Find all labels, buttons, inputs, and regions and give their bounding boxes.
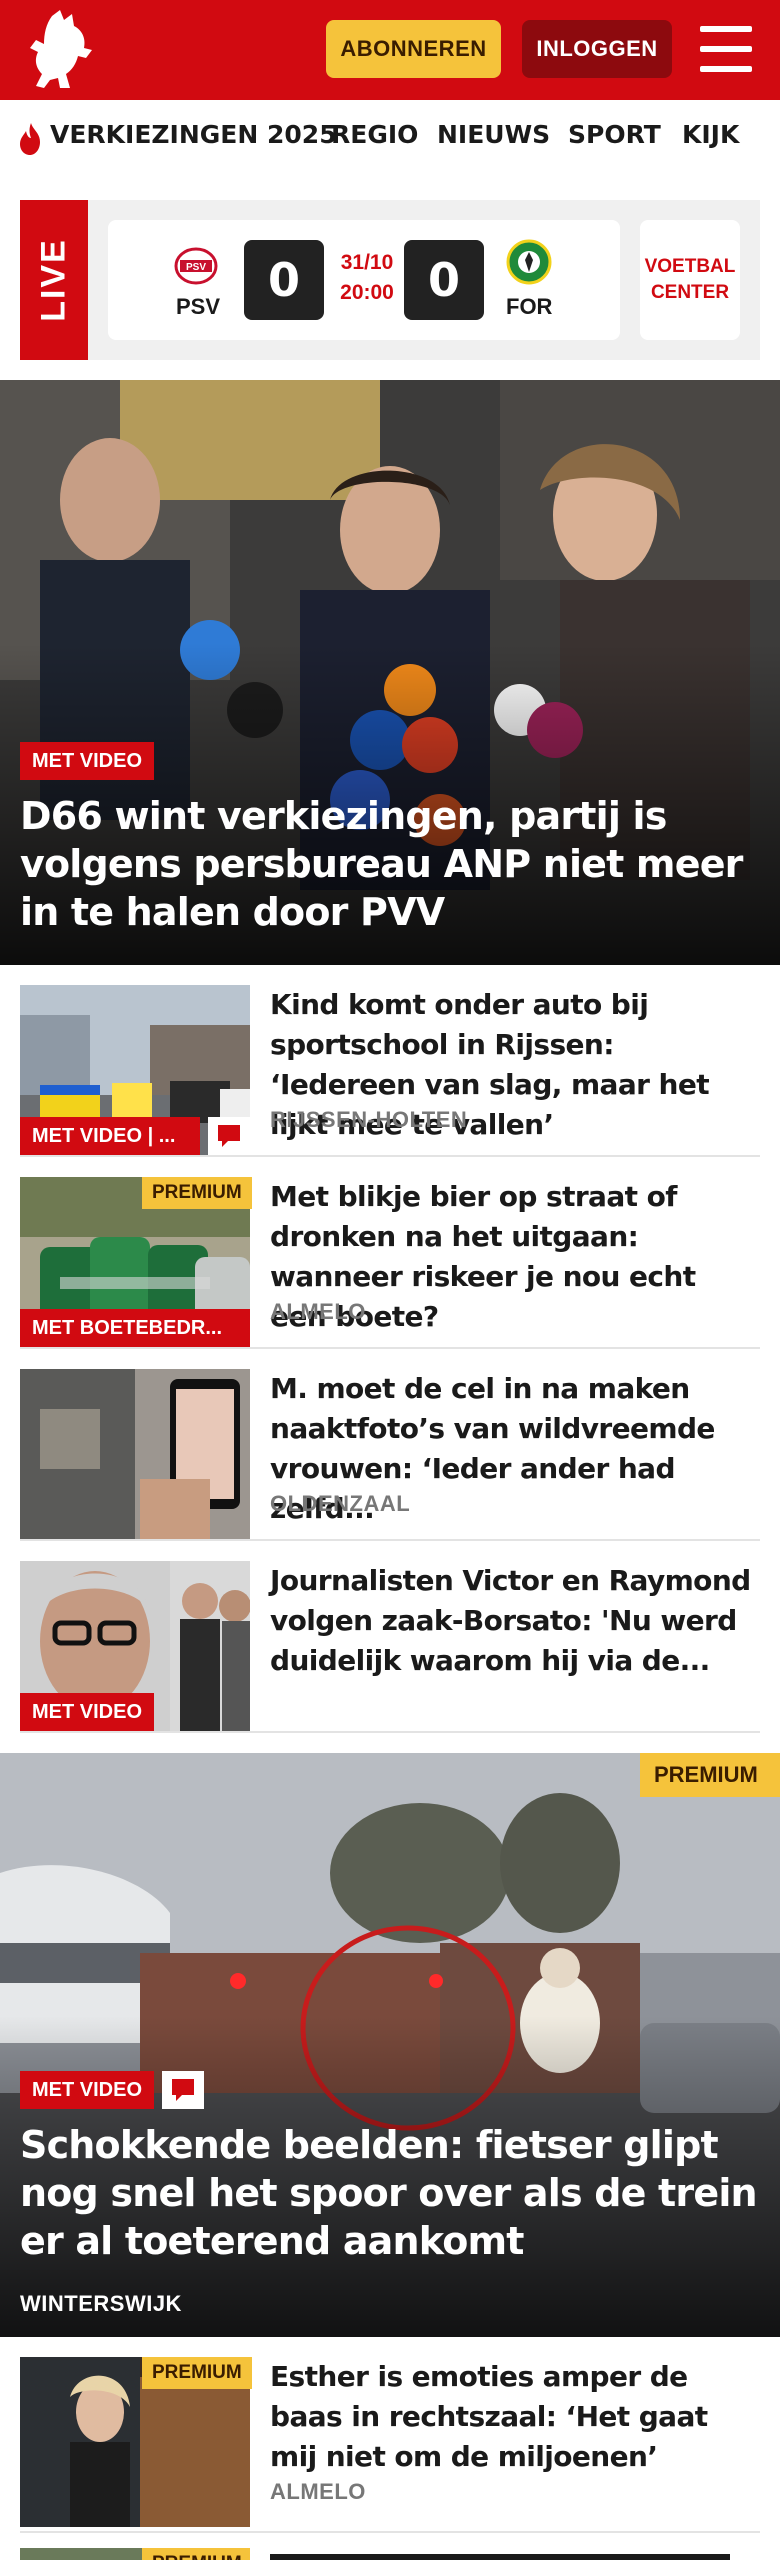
featured-title[interactable]: Schokkende beelden: fietser glipt nog sn… [20, 2121, 770, 2265]
voetbal-center-link[interactable]: VOETBAL CENTER [640, 220, 740, 340]
match-card[interactable]: PSV PSV 0 31/10 20:00 0 FOR [108, 220, 620, 340]
premium-badge: PREMIUM [142, 1177, 252, 1209]
login-button[interactable]: INLOGGEN [522, 20, 672, 78]
main-navigation: VERKIEZINGEN 2025 REGIO NIEUWS SPORT KIJ… [0, 100, 780, 178]
video-badge: MET VIDEO [20, 2071, 155, 2109]
article-location: ALMELO [270, 1299, 366, 1324]
article-location: RIJSSEN-HOLTEN [270, 1107, 468, 1132]
away-team-name: FOR [506, 294, 553, 319]
featured-article[interactable]: PREMIUM MET VIDEO Schokkende beelden: fi… [0, 1753, 780, 2337]
tubantia-horse-logo[interactable] [22, 8, 106, 92]
match-datetime: 31/10 20:00 [340, 251, 394, 304]
site-header: ABONNEREN INLOGGEN [0, 0, 780, 100]
nav-item-regio[interactable]: REGIO [331, 120, 418, 149]
fortuna-logo-icon [506, 239, 552, 285]
away-score: 0 [404, 240, 484, 320]
article-title[interactable]: Esther is emoties amper de baas in recht… [270, 2357, 760, 2477]
comment-icon [208, 1117, 250, 1155]
nav-item-kijk[interactable]: KIJK [682, 120, 739, 149]
featured-location: WINTERSWIJK [20, 2291, 182, 2316]
list-item[interactable]: MET VIDEO Journalisten Victor en Raymond… [20, 1541, 760, 1733]
article-thumbnail-partial: PREMIUM [20, 2548, 250, 2560]
hero-article[interactable]: MET VIDEO D66 wint verkiezingen, partij … [0, 380, 780, 965]
live-scoreboard: LIVE PSV PSV 0 31/10 20:00 0 FOR VOETBAL… [20, 200, 760, 360]
list-item[interactable]: MET VIDEO | ... Kind komt onder auto bij… [20, 965, 760, 1157]
svg-text:PSV: PSV [186, 262, 206, 273]
article-location: ALMELO [270, 2479, 366, 2504]
article-location: OLDENZAAL [270, 1491, 411, 1516]
list-item[interactable]: PREMIUM MET BOETEBEDR... Met blikje bier… [20, 1157, 760, 1349]
video-badge: MET VIDEO [20, 1693, 155, 1731]
list-item[interactable]: M. moet de cel in na maken naaktfoto’s v… [20, 1349, 760, 1541]
fine-amount-badge: MET BOETEBEDR... [20, 1309, 250, 1347]
video-badge: MET VIDEO [20, 742, 155, 780]
article-title-partial[interactable] [270, 2550, 760, 2560]
home-score: 0 [244, 240, 324, 320]
hero-title[interactable]: D66 wint verkiezingen, partij is volgens… [20, 792, 760, 936]
nav-item-verkiezingen[interactable]: VERKIEZINGEN 2025 [50, 120, 337, 149]
article-title[interactable]: Journalisten Victor en Raymond volgen za… [270, 1561, 760, 1681]
psv-logo-icon: PSV [174, 247, 218, 285]
live-label: LIVE [20, 200, 88, 360]
video-badge: MET VIDEO | ... [20, 1117, 200, 1155]
premium-badge: PREMIUM [640, 1753, 780, 1797]
hamburger-menu-icon[interactable] [700, 26, 752, 72]
article-thumbnail [20, 1369, 250, 1539]
premium-badge: PREMIUM [142, 2357, 252, 2389]
subscribe-button[interactable]: ABONNEREN [326, 20, 501, 78]
list-item[interactable]: PREMIUM Esther is emoties amper de baas … [20, 2337, 760, 2533]
nav-item-sport[interactable]: SPORT [568, 120, 661, 149]
home-team-name: PSV [176, 294, 221, 319]
premium-badge: PREMIUM [142, 2548, 250, 2560]
nav-item-nieuws[interactable]: NIEUWS [437, 120, 550, 149]
flame-icon [20, 123, 40, 155]
comment-icon [162, 2071, 204, 2109]
